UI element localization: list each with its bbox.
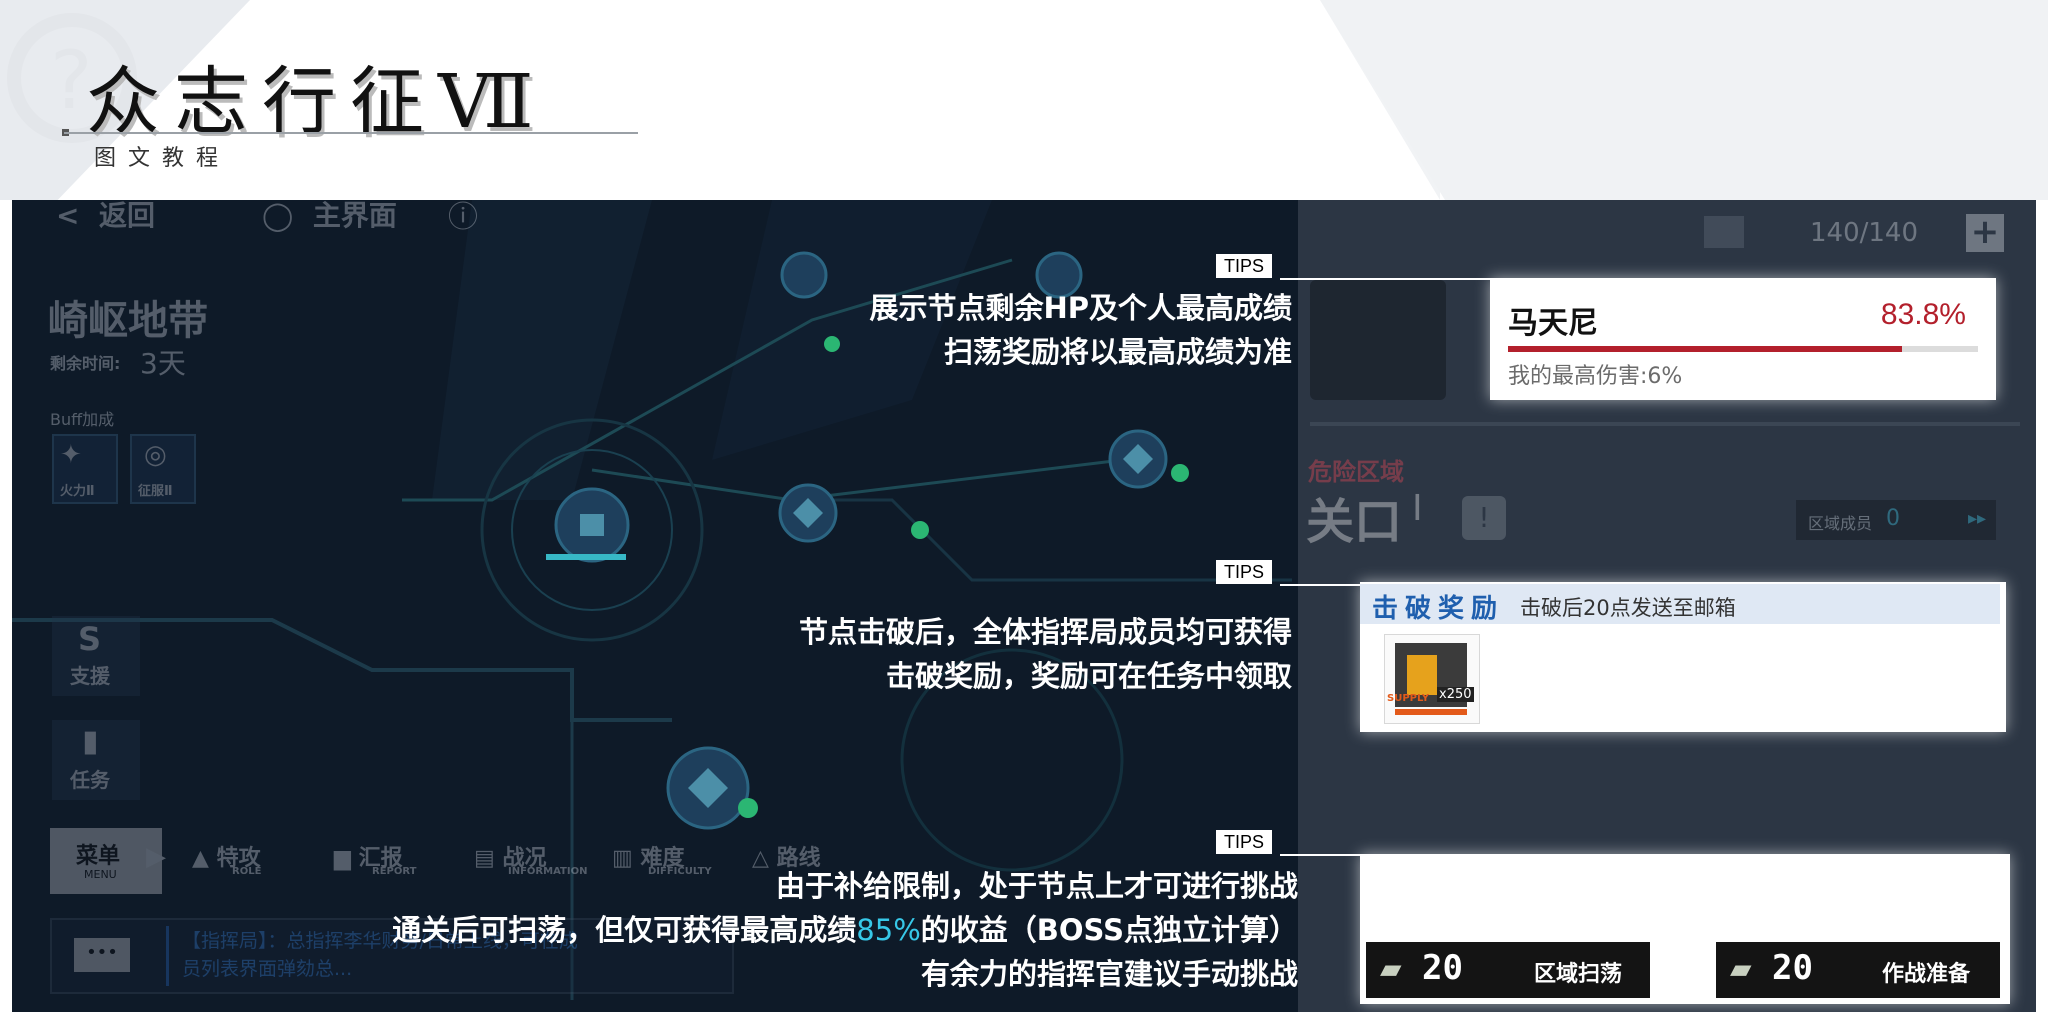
tips-1-line2: 扫荡奖励将以最高成绩为准: [943, 335, 1292, 369]
tips-connector-2: [1280, 584, 1360, 586]
buff-conquest-icon: ◎: [144, 440, 167, 470]
buff-label: Buff加成: [50, 410, 115, 429]
home-label: 主界面: [312, 200, 397, 232]
sweep-cost: 20: [1422, 948, 1463, 988]
tips-3-line2: 通关后可扫荡，但仅可获得最高成绩85%的收益（BOSS点独立计算）: [392, 908, 1298, 952]
boss-portrait: [1310, 280, 1446, 400]
support-icon: S: [78, 620, 102, 658]
nav-role-en: ROLE: [232, 866, 262, 877]
menu-play-icon: ▶: [146, 842, 166, 872]
break-reward-card: 击破奖励 击破后20点发送至邮箱 SUPPLY x250: [1360, 582, 2006, 732]
boss-hp-percent: 83.8%: [1880, 298, 1966, 331]
support-label: 支援: [70, 664, 110, 688]
prep-label: 作战准备: [1882, 962, 1971, 987]
tips-3-line2-pre: 通关后可扫荡，但仅可获得最高成绩: [392, 913, 857, 947]
buff-firepower-icon: ✦: [60, 440, 82, 470]
my-best-damage: 我的最高伤害:6%: [1508, 364, 1683, 389]
stamina-value: 140/140: [1810, 218, 1919, 248]
node-level: Ⅰ: [1412, 488, 1423, 529]
chat-message-line2: 员列表界面弹劾总...: [182, 958, 353, 980]
tips-connector-3: [1280, 854, 1360, 856]
remaining-time-value: 3天: [140, 347, 186, 380]
buff-firepower[interactable]: ✦ 火力Ⅱ: [52, 434, 118, 504]
chat-icon: •••: [74, 938, 130, 972]
add-stamina-button[interactable]: +: [1966, 214, 2004, 252]
bottom-nav: ▲ 特攻 ROLE ▆ 汇报 REPORT ▤ 战况 INFORMATION ▥…: [192, 840, 832, 884]
supply-box-label-plate: [1407, 655, 1437, 695]
reward-rarity-bar: [1395, 709, 1467, 715]
buff-conquest-label: 征服Ⅱ: [138, 484, 173, 499]
tips-1-line1: 展示节点剩余HP及个人最高成绩: [869, 291, 1292, 325]
buff-conquest[interactable]: ◎ 征服Ⅱ: [130, 434, 196, 504]
tips-tag-3: TIPS: [1216, 830, 1273, 854]
prep-cost: 20: [1772, 948, 1813, 988]
tips-connector-1: [1280, 278, 1492, 280]
node-name: 关口: [1306, 494, 1403, 550]
boss-hp-card: 马天尼 83.8% 我的最高伤害:6%: [1490, 278, 1996, 400]
reward-description: 击破后20点发送至邮箱: [1520, 596, 1736, 620]
reward-title: 击破奖励: [1372, 594, 1505, 624]
task-label: 任务: [70, 768, 110, 792]
action-buttons-card: ▰ 20 区域扫荡 ▰ 20 作战准备: [1360, 854, 2010, 1004]
header-right-shape: [1320, 0, 2048, 200]
node-info-icon[interactable]: !: [1462, 496, 1506, 540]
nav-difficulty-en: DIFFICULTY: [648, 866, 712, 877]
area-members-button[interactable]: 区域成员 0 ▸▸: [1796, 500, 1996, 540]
sweep-label: 区域扫荡: [1534, 962, 1623, 987]
home-button[interactable]: ◯ 主界面: [262, 200, 397, 234]
title-divider: [64, 132, 638, 134]
game-screenshot: < 返回 ◯ 主界面 ⓘ 崎岖地带 剩余时间: 3天 Buff加成 ✦ 火力Ⅱ …: [12, 200, 2036, 1012]
node-info-panel: 140/140 + 危险区域 关口 Ⅰ ! 区域成员 0 ▸▸ 马天尼 83.8…: [1298, 200, 2036, 1012]
task-icon: ▮: [82, 724, 99, 759]
boss-hp-track: [1508, 346, 1978, 352]
area-sweep-button[interactable]: ▰ 20 区域扫荡: [1366, 942, 1650, 998]
menu-label: 菜单: [76, 844, 121, 869]
tips-3-line1: 由于补给限制，处于节点上才可进行挑战: [775, 869, 1298, 903]
battle-prep-button[interactable]: ▰ 20 作战准备: [1716, 942, 2000, 998]
reward-quantity: x250: [1437, 687, 1474, 702]
remaining-time-label: 剩余时间:: [50, 354, 121, 373]
buff-firepower-label: 火力Ⅱ: [60, 484, 95, 499]
tips-tag-1: TIPS: [1216, 254, 1273, 278]
support-button[interactable]: S 支援: [52, 616, 140, 696]
task-button[interactable]: ▮ 任务: [52, 720, 140, 800]
panel-divider: [1310, 422, 2020, 426]
area-members-count: 0: [1886, 506, 1900, 531]
prep-cost-icon: ▰: [1730, 952, 1752, 985]
boss-name: 马天尼: [1508, 306, 1598, 341]
nav-info-en: INFORMATION: [508, 866, 588, 877]
tips-3-highlight: 85%: [856, 913, 921, 947]
nav-report-en: REPORT: [372, 866, 417, 877]
page-subtitle: 图文教程: [94, 146, 231, 171]
reward-item[interactable]: SUPPLY x250: [1384, 634, 1480, 724]
sweep-cost-icon: ▰: [1380, 952, 1402, 985]
tips-tag-2: TIPS: [1216, 560, 1273, 584]
stamina-icon: [1704, 216, 1744, 248]
menu-sub-label: MENU: [84, 868, 117, 881]
supply-tag: SUPPLY: [1387, 693, 1430, 704]
area-name: 崎岖地带: [48, 298, 208, 344]
reward-header: 击破奖励 击破后20点发送至邮箱: [1360, 584, 2000, 624]
chat-divider: [166, 926, 169, 986]
area-members-label: 区域成员: [1808, 514, 1873, 533]
tips-3-line3: 有余力的指挥官建议手动挑战: [920, 957, 1298, 991]
tips-3-line2-post: 的收益（BOSS点独立计算）: [920, 913, 1298, 947]
boss-hp-bar-fill: [1508, 346, 1902, 352]
info-icon[interactable]: ⓘ: [448, 200, 478, 236]
area-members-arrow-icon: ▸▸: [1968, 508, 1987, 529]
back-button[interactable]: < 返回: [56, 200, 155, 234]
back-label: 返回: [98, 200, 155, 232]
tips-2-line1: 节点击破后，全体指挥局成员均可获得: [798, 615, 1292, 649]
tips-2-line2: 击破奖励，奖励可在任务中领取: [885, 659, 1292, 693]
